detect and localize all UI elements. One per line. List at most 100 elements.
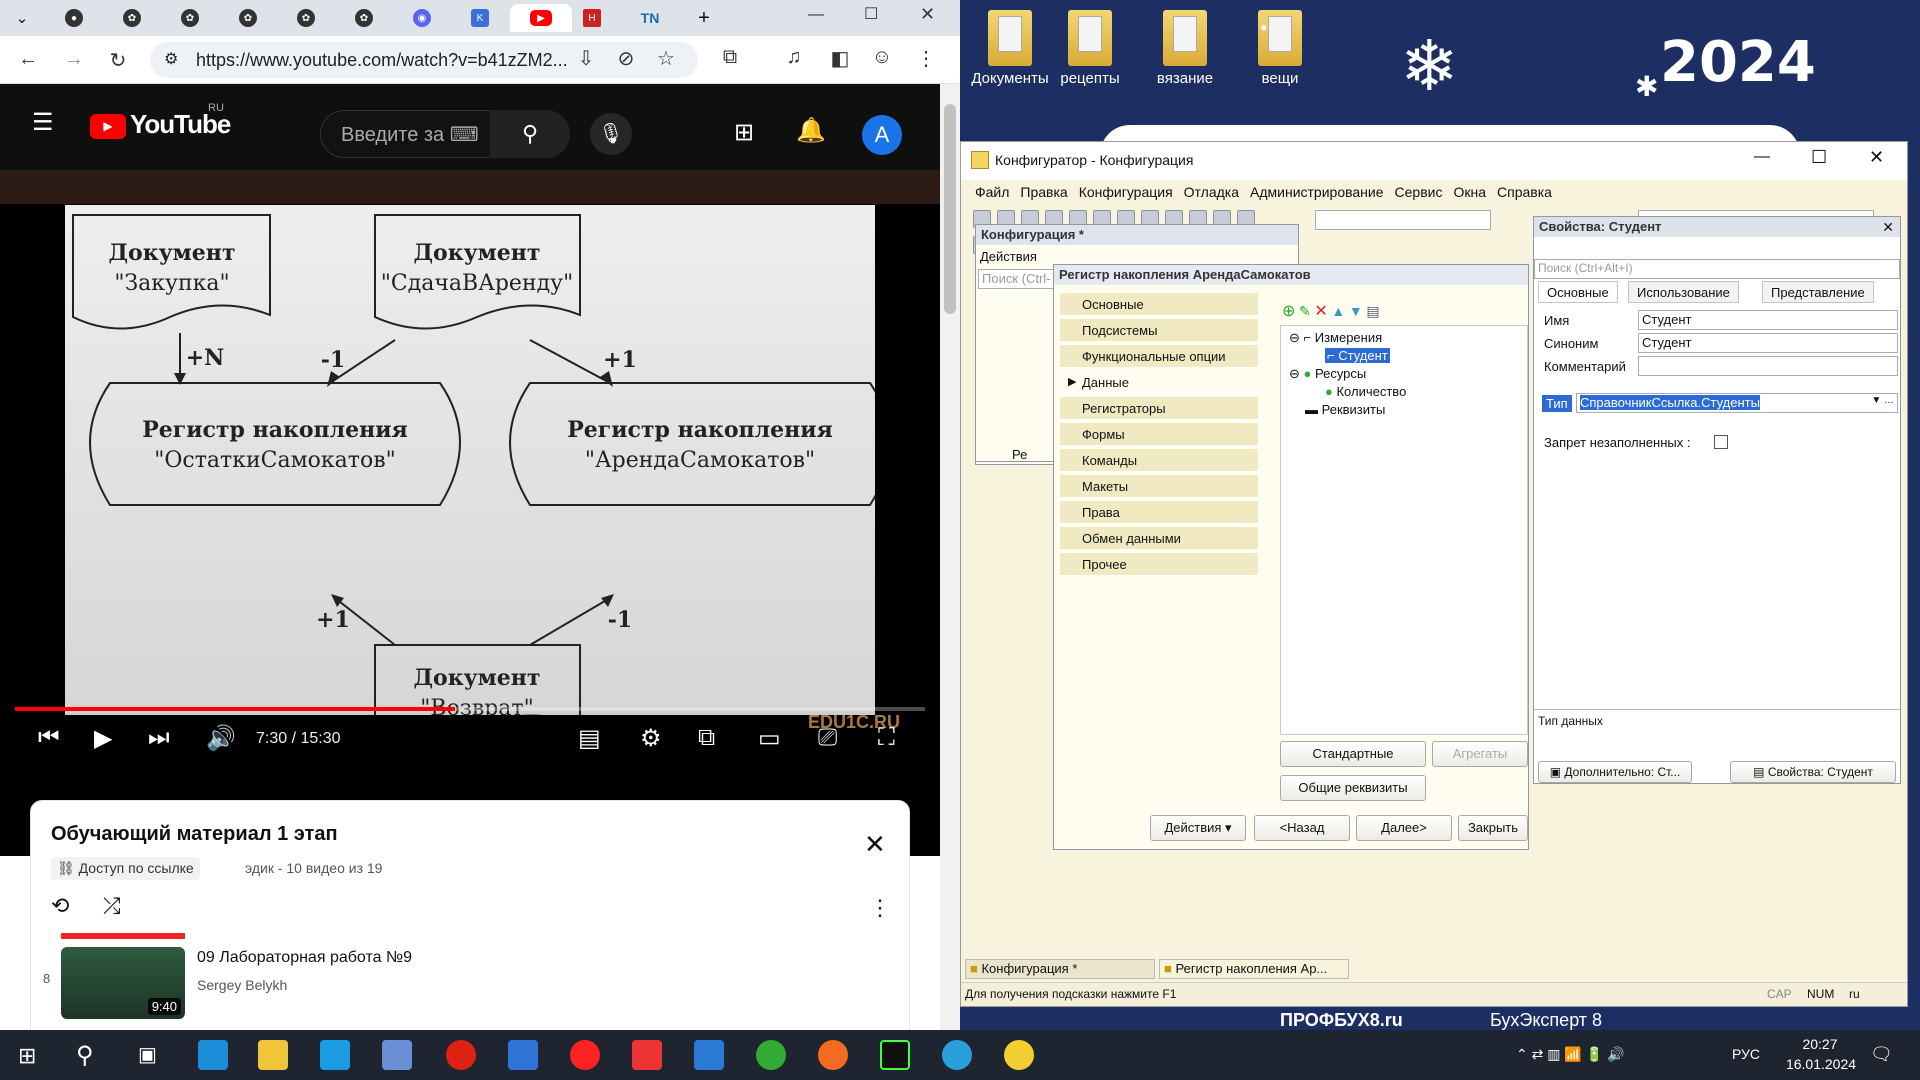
telegram-icon[interactable] [942, 1040, 972, 1070]
account-avatar[interactable]: A [862, 115, 902, 155]
side-panel-icon[interactable]: ◧ [826, 46, 854, 71]
next-button[interactable]: Далее> [1356, 815, 1452, 841]
miniplayer-icon[interactable]: ⧉ [698, 724, 715, 752]
config-tree-item[interactable]: Ре [1012, 447, 1027, 462]
youtube-logo-icon[interactable]: ▶ [90, 114, 126, 139]
tree-student[interactable]: ⌐ Студент [1325, 348, 1390, 363]
nav-other[interactable]: Прочее [1060, 553, 1258, 576]
onec-icon[interactable] [1004, 1040, 1034, 1070]
minimize-icon[interactable]: — [1754, 148, 1770, 166]
mail-icon[interactable] [508, 1040, 538, 1070]
tab-basic[interactable]: Основные [1538, 281, 1618, 303]
actions-button[interactable]: Действия ▾ [1150, 815, 1246, 841]
forward-icon[interactable]: → [60, 48, 88, 71]
notifications-icon[interactable]: 🗨 [1870, 1044, 1893, 1065]
tree-dimensions[interactable]: ⊖ ⌐ Измерения [1289, 330, 1382, 346]
install-icon[interactable]: ⇩ [572, 46, 600, 71]
nav-data[interactable]: ▶ Данные [1060, 371, 1258, 394]
desktop-icon-things[interactable]: вещи [1230, 10, 1330, 87]
status-lang[interactable]: ru [1849, 987, 1860, 1001]
close-playlist-icon[interactable]: ✕ [864, 829, 886, 860]
aggregates-button[interactable]: Агрегаты [1432, 741, 1528, 767]
tab-discord[interactable]: ◉ [398, 4, 446, 32]
add-icon[interactable]: ⊕ [1282, 303, 1295, 320]
tab-youtube[interactable]: ▶ [510, 4, 572, 32]
move-up-icon[interactable]: ▲ [1331, 303, 1345, 319]
shuffle-icon[interactable]: ⤮ [103, 893, 121, 919]
search-button[interactable]: ⚲ [490, 110, 570, 158]
clock-time[interactable]: 20:27 [1790, 1036, 1850, 1052]
previous-icon[interactable]: ⏮ [38, 724, 60, 752]
voice-search-button[interactable]: 🎙 [590, 113, 632, 155]
forbid-empty-checkbox[interactable] [1714, 435, 1728, 449]
language-indicator[interactable]: РУС [1732, 1046, 1760, 1062]
nav-rights[interactable]: Права [1060, 501, 1258, 524]
tree-attributes[interactable]: ▬ Реквизиты [1305, 402, 1385, 417]
menu-service[interactable]: Сервис [1395, 184, 1443, 200]
skype-icon[interactable] [320, 1040, 350, 1070]
standard-attributes-button[interactable]: Стандартные реквизиты [1280, 741, 1426, 785]
tab-chatgpt-4[interactable]: ✿ [282, 4, 330, 32]
nav-templates[interactable]: Макеты [1060, 475, 1258, 498]
extensions-icon[interactable]: ⧉ [716, 46, 744, 69]
more-options-icon[interactable]: ⋮ [869, 895, 891, 921]
tree-resources[interactable]: ⊖ ● Ресурсы [1289, 366, 1366, 382]
nav-data-exchange[interactable]: Обмен данными [1060, 527, 1258, 550]
tab-k[interactable]: K [456, 4, 504, 32]
hamburger-menu-icon[interactable]: ☰ [32, 108, 54, 137]
desktop-icon-recipes[interactable]: рецепты [1040, 10, 1140, 87]
properties-tab[interactable]: ▤ Свойства: Студент [1730, 761, 1896, 783]
volume-icon[interactable]: 🔊 [206, 724, 236, 753]
back-icon[interactable]: ← [14, 48, 42, 71]
create-video-icon[interactable]: ⊞ [734, 118, 754, 147]
tab-presentation[interactable]: Представление [1762, 281, 1874, 303]
settings-gear-icon[interactable]: ⚙ [640, 724, 662, 753]
nav-functional-options[interactable]: Функциональные опции [1060, 345, 1258, 368]
common-attributes-button[interactable]: Общие реквизиты [1280, 775, 1426, 801]
nav-forms[interactable]: Формы [1060, 423, 1258, 446]
cast-icon[interactable]: ⎚ [818, 724, 837, 752]
video-progress-bar[interactable] [15, 707, 925, 711]
store-icon[interactable] [382, 1040, 412, 1070]
menu-file[interactable]: Файл [975, 184, 1009, 200]
search-icon[interactable]: ⚲ [76, 1041, 94, 1070]
playlist-item-thumbnail[interactable]: 9:40 [61, 947, 185, 1019]
yandex-browser-icon[interactable] [570, 1040, 600, 1070]
site-info-icon[interactable]: ⚙ [164, 42, 178, 78]
config-search-input[interactable]: Поиск (Ctrl- [978, 269, 1058, 289]
tab-chatgpt-1[interactable]: ✿ [108, 4, 156, 32]
reload-icon[interactable]: ↻ [104, 48, 132, 73]
windows-start-icon[interactable]: ⊞ [18, 1043, 36, 1069]
close-icon[interactable]: ✕ [1882, 219, 1894, 236]
config-actions-button[interactable]: Действия [980, 249, 1037, 264]
chrome-icon[interactable] [756, 1040, 786, 1070]
opera-icon[interactable] [446, 1040, 476, 1070]
window-tab-register[interactable]: ■ Регистр накопления Ар... [1159, 959, 1349, 979]
playlist-item-author[interactable]: Sergey Belykh [197, 977, 287, 993]
edge-icon[interactable] [198, 1040, 228, 1070]
menu-help[interactable]: Справка [1497, 184, 1552, 200]
sort-icon[interactable]: ▤ [1366, 303, 1379, 319]
move-down-icon[interactable]: ▼ [1349, 303, 1363, 319]
edit-icon[interactable]: ✎ [1299, 303, 1311, 319]
pycharm-icon[interactable] [880, 1040, 910, 1070]
minimize-icon[interactable]: — [808, 6, 824, 24]
nav-subsystems[interactable]: Подсистемы [1060, 319, 1258, 342]
new-tab-button[interactable]: + [680, 4, 728, 32]
firefox-icon[interactable] [818, 1040, 848, 1070]
maximize-icon[interactable]: ☐ [864, 4, 878, 24]
nav-basic[interactable]: Основные [1060, 293, 1258, 316]
menu-edit[interactable]: Правка [1020, 184, 1067, 200]
notifications-icon[interactable]: 🔔 [796, 116, 826, 145]
menu-administration[interactable]: Администрирование [1250, 184, 1384, 200]
name-field[interactable]: Студент [1638, 310, 1898, 330]
task-view-icon[interactable]: ▣ [138, 1042, 157, 1067]
properties-search-input[interactable]: Поиск (Ctrl+Alt+I) [1534, 259, 1900, 279]
scrollbar-thumb[interactable] [944, 104, 956, 314]
comment-field[interactable] [1638, 356, 1898, 376]
clock-date[interactable]: 16.01.2024 [1776, 1056, 1866, 1072]
dropdown-arrow-icon[interactable]: ▼ … [1871, 395, 1894, 406]
subtitles-icon[interactable]: ▤ [578, 724, 601, 753]
window-tab-config[interactable]: ■ Конфигурация * [965, 959, 1155, 979]
tray-icons[interactable]: ⌃ ⇄ ▥ 📶 🔋 🔊 [1516, 1046, 1624, 1063]
